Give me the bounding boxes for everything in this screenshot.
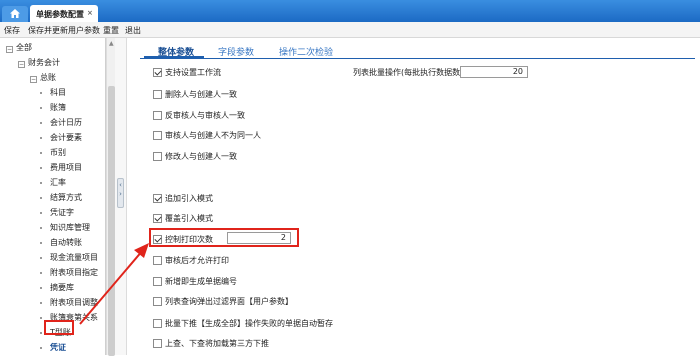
annotation-arrow — [79, 243, 149, 325]
